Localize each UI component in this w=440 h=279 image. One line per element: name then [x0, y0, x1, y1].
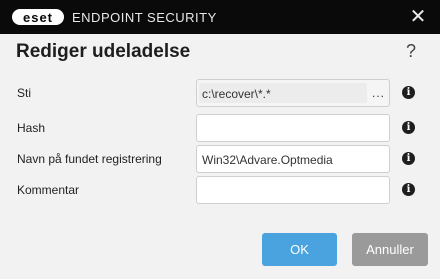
path-label: Sti	[17, 86, 32, 100]
path-info-icon[interactable]: i	[402, 86, 415, 99]
close-icon[interactable]: ✕	[406, 5, 430, 29]
dialog-title: Rediger udeladelse	[16, 41, 191, 62]
comment-label: Kommentar	[17, 183, 80, 197]
detection-label: Navn på fundet registrering	[17, 152, 162, 166]
cancel-button[interactable]: Annuller	[352, 233, 428, 266]
eset-logo: eset	[12, 9, 64, 25]
ok-button[interactable]: OK	[262, 233, 337, 266]
comment-info-icon[interactable]: i	[402, 183, 415, 196]
hash-info-icon[interactable]: i	[402, 121, 415, 134]
hash-row: Hash i	[0, 114, 440, 142]
path-field[interactable]: c:\recover\*.* ...	[196, 79, 390, 107]
detection-row: Navn på fundet registrering Win32\Advare…	[0, 145, 440, 173]
detection-info-icon[interactable]: i	[402, 152, 415, 165]
hash-input[interactable]	[196, 114, 390, 142]
detection-value: Win32\Advare.Optmedia	[202, 153, 333, 167]
app-title: ENDPOINT SECURITY	[72, 10, 217, 25]
path-row: Sti c:\recover\*.* ... i	[0, 79, 440, 107]
help-icon[interactable]: ?	[406, 41, 416, 62]
browse-button[interactable]: ...	[372, 86, 385, 100]
title-bar: eset ENDPOINT SECURITY ✕	[0, 0, 440, 34]
comment-input[interactable]	[196, 176, 390, 204]
hash-label: Hash	[17, 121, 46, 135]
comment-row: Kommentar i	[0, 176, 440, 204]
detection-name-input[interactable]: Win32\Advare.Optmedia	[196, 145, 390, 173]
path-value: c:\recover\*.*	[202, 87, 271, 101]
